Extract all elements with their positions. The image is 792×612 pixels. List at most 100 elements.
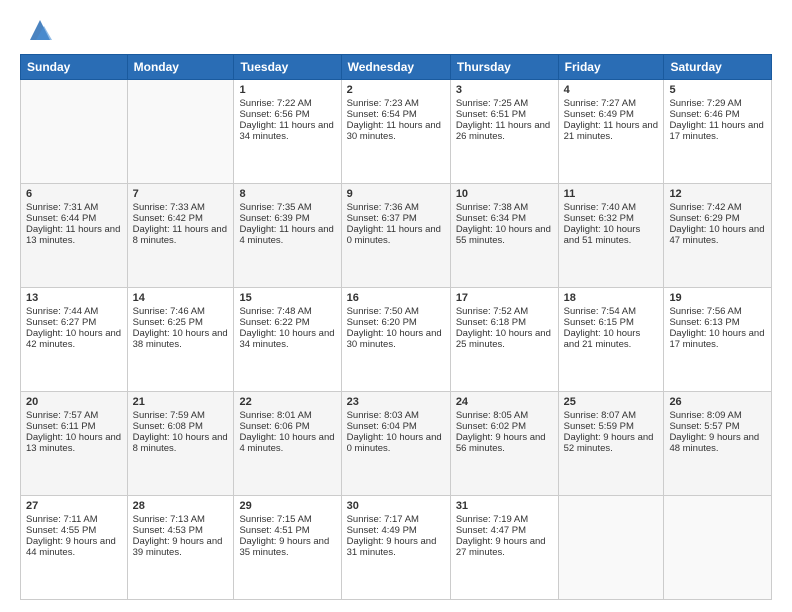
sunrise-text: Sunrise: 7:31 AM — [26, 202, 122, 213]
sunset-text: Sunset: 6:20 PM — [347, 317, 445, 328]
calendar-cell: 22 Sunrise: 8:01 AMSunset: 6:06 PMDayligh… — [234, 392, 341, 496]
daylight-text: Daylight: 10 hours and 34 minutes. — [239, 328, 335, 350]
sunset-text: Sunset: 6:11 PM — [26, 421, 122, 432]
sunrise-text: Sunrise: 7:27 AM — [564, 98, 659, 109]
daylight-text: Daylight: 10 hours and 0 minutes. — [347, 432, 445, 454]
daylight-text: Daylight: 11 hours and 21 minutes. — [564, 120, 659, 142]
daylight-text: Daylight: 10 hours and 25 minutes. — [456, 328, 553, 350]
sunset-text: Sunset: 6:46 PM — [669, 109, 766, 120]
sunrise-text: Sunrise: 7:50 AM — [347, 306, 445, 317]
day-number: 12 — [669, 188, 766, 200]
sunset-text: Sunset: 6:22 PM — [239, 317, 335, 328]
sunset-text: Sunset: 6:02 PM — [456, 421, 553, 432]
calendar-cell: 17Sunrise: 7:52 AMSunset: 6:18 PMDayligh… — [450, 288, 558, 392]
calendar-cell: 31Sunrise: 7:19 AMSunset: 4:47 PMDayligh… — [450, 496, 558, 600]
weekday-header-row: Sunday Monday Tuesday Wednesday Thursday… — [21, 55, 772, 80]
sunrise-text: Sunrise: 7:17 AM — [347, 514, 445, 525]
calendar-cell: 15Sunrise: 7:48 AMSunset: 6:22 PMDayligh… — [234, 288, 341, 392]
calendar-week-row: 6Sunrise: 7:31 AMSunset: 6:44 PMDaylight… — [21, 184, 772, 288]
sunrise-text: Sunrise: 7:25 AM — [456, 98, 553, 109]
sunrise-text: Sunrise: 7:48 AM — [239, 306, 335, 317]
sunrise-text: Sunrise: 7:38 AM — [456, 202, 553, 213]
sunrise-text: Sunrise: 7:57 AM — [26, 410, 122, 421]
daylight-text: Daylight: 9 hours and 44 minutes. — [26, 536, 122, 558]
sunset-text: Sunset: 5:59 PM — [564, 421, 659, 432]
day-number: 17 — [456, 292, 553, 304]
sunset-text: Sunset: 5:57 PM — [669, 421, 766, 432]
sunrise-text: Sunrise: 7:22 AM — [239, 98, 335, 109]
calendar-week-row: 1Sunrise: 7:22 AMSunset: 6:56 PMDaylight… — [21, 80, 772, 184]
header-tuesday: Tuesday — [234, 55, 341, 80]
calendar-cell: 19Sunrise: 7:56 AMSunset: 6:13 PMDayligh… — [664, 288, 772, 392]
sunrise-text: Sunrise: 7:42 AM — [669, 202, 766, 213]
calendar-cell: 26Sunrise: 8:09 AMSunset: 5:57 PMDayligh… — [664, 392, 772, 496]
calendar-cell: 2Sunrise: 7:23 AMSunset: 6:54 PMDaylight… — [341, 80, 450, 184]
sunset-text: Sunset: 6:25 PM — [133, 317, 229, 328]
sunrise-text: Sunrise: 8:05 AM — [456, 410, 553, 421]
daylight-text: Daylight: 10 hours and 42 minutes. — [26, 328, 122, 350]
sunset-text: Sunset: 6:06 PM — [239, 421, 335, 432]
day-number: 2 — [347, 84, 445, 96]
calendar-cell: 5Sunrise: 7:29 AMSunset: 6:46 PMDaylight… — [664, 80, 772, 184]
sunrise-text: Sunrise: 7:40 AM — [564, 202, 659, 213]
day-number: 24 — [456, 396, 553, 408]
day-number: 4 — [564, 84, 659, 96]
header-monday: Monday — [127, 55, 234, 80]
calendar-cell: 6Sunrise: 7:31 AMSunset: 6:44 PMDaylight… — [21, 184, 128, 288]
sunset-text: Sunset: 6:32 PM — [564, 213, 659, 224]
sunset-text: Sunset: 6:04 PM — [347, 421, 445, 432]
calendar-cell: 29Sunrise: 7:15 AMSunset: 4:51 PMDayligh… — [234, 496, 341, 600]
day-number: 25 — [564, 396, 659, 408]
sunset-text: Sunset: 6:49 PM — [564, 109, 659, 120]
sunset-text: Sunset: 6:29 PM — [669, 213, 766, 224]
day-number: 22 — [239, 396, 335, 408]
day-number: 21 — [133, 396, 229, 408]
calendar-cell: 7Sunrise: 7:33 AMSunset: 6:42 PMDaylight… — [127, 184, 234, 288]
sunrise-text: Sunrise: 8:01 AM — [239, 410, 335, 421]
sunset-text: Sunset: 6:54 PM — [347, 109, 445, 120]
calendar-cell: 9Sunrise: 7:36 AMSunset: 6:37 PMDaylight… — [341, 184, 450, 288]
sunrise-text: Sunrise: 7:54 AM — [564, 306, 659, 317]
daylight-text: Daylight: 11 hours and 8 minutes. — [133, 224, 229, 246]
sunrise-text: Sunrise: 7:19 AM — [456, 514, 553, 525]
day-number: 5 — [669, 84, 766, 96]
sunrise-text: Sunrise: 7:59 AM — [133, 410, 229, 421]
header-sunday: Sunday — [21, 55, 128, 80]
sunset-text: Sunset: 6:27 PM — [26, 317, 122, 328]
sunrise-text: Sunrise: 7:46 AM — [133, 306, 229, 317]
page: Sunday Monday Tuesday Wednesday Thursday… — [0, 0, 792, 612]
day-number: 3 — [456, 84, 553, 96]
calendar-cell: 25 Sunrise: 8:07 AMSunset: 5:59 PMDayligh… — [558, 392, 664, 496]
sunrise-text: Sunrise: 8:07 AM — [564, 410, 659, 421]
day-number: 9 — [347, 188, 445, 200]
sunrise-text: Sunrise: 7:11 AM — [26, 514, 122, 525]
sunset-text: Sunset: 4:55 PM — [26, 525, 122, 536]
sunset-text: Sunset: 4:51 PM — [239, 525, 335, 536]
daylight-text: Daylight: 10 hours and 4 minutes. — [239, 432, 335, 454]
sunset-text: Sunset: 6:15 PM — [564, 317, 659, 328]
daylight-text: Daylight: 11 hours and 17 minutes. — [669, 120, 766, 142]
daylight-text: Daylight: 9 hours and 31 minutes. — [347, 536, 445, 558]
day-number: 8 — [239, 188, 335, 200]
sunset-text: Sunset: 4:53 PM — [133, 525, 229, 536]
calendar-cell: 10Sunrise: 7:38 AMSunset: 6:34 PMDayligh… — [450, 184, 558, 288]
calendar-cell: 18Sunrise: 7:54 AMSunset: 6:15 PMDayligh… — [558, 288, 664, 392]
calendar-cell: 1Sunrise: 7:22 AMSunset: 6:56 PMDaylight… — [234, 80, 341, 184]
sunset-text: Sunset: 6:39 PM — [239, 213, 335, 224]
calendar-cell: 30Sunrise: 7:17 AMSunset: 4:49 PMDayligh… — [341, 496, 450, 600]
day-number: 29 — [239, 500, 335, 512]
logo — [20, 16, 54, 44]
daylight-text: Daylight: 10 hours and 30 minutes. — [347, 328, 445, 350]
sunset-text: Sunset: 6:37 PM — [347, 213, 445, 224]
daylight-text: Daylight: 9 hours and 52 minutes. — [564, 432, 659, 454]
sunrise-text: Sunrise: 8:03 AM — [347, 410, 445, 421]
sunrise-text: Sunrise: 7:35 AM — [239, 202, 335, 213]
calendar-cell — [664, 496, 772, 600]
daylight-text: Daylight: 9 hours and 56 minutes. — [456, 432, 553, 454]
calendar-cell: 12Sunrise: 7:42 AMSunset: 6:29 PMDayligh… — [664, 184, 772, 288]
day-number: 14 — [133, 292, 229, 304]
sunset-text: Sunset: 6:44 PM — [26, 213, 122, 224]
calendar-cell — [558, 496, 664, 600]
day-number: 1 — [239, 84, 335, 96]
calendar-week-row: 27Sunrise: 7:11 AMSunset: 4:55 PMDayligh… — [21, 496, 772, 600]
